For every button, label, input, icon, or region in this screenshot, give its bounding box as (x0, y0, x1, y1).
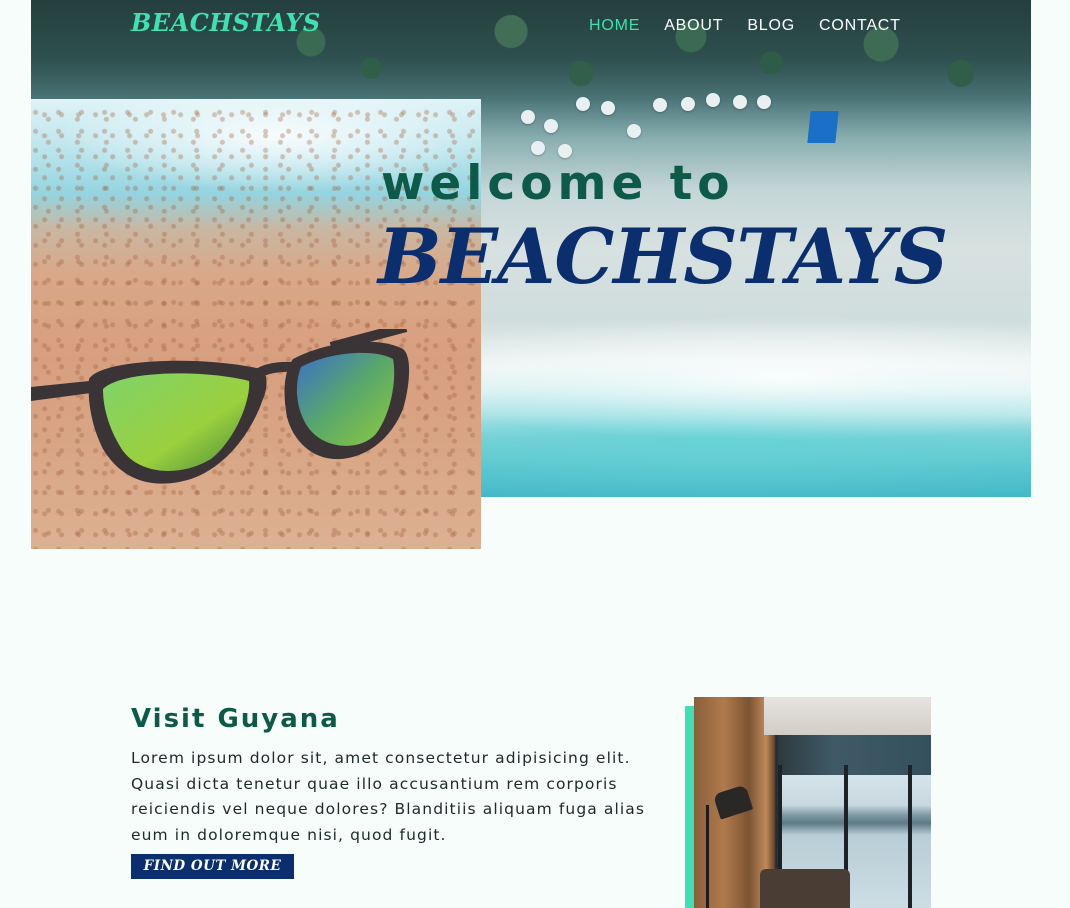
lake-view-room-photo (694, 697, 931, 908)
armchair-icon (760, 869, 850, 908)
find-out-more-button[interactable]: FIND OUT MORE (131, 854, 294, 879)
hero-welcome-text: welcome to (381, 156, 735, 211)
hero-brand-title: BEACHSTAYS (378, 212, 948, 301)
section-body-text: Lorem ipsum dolor sit, amet consectetur … (131, 749, 646, 845)
blue-tarp (807, 111, 839, 143)
page: BEACHSTAYS HOME ABOUT BLOG CONTACT welco… (0, 0, 1070, 908)
nav-about-link[interactable]: ABOUT (664, 17, 723, 35)
site-logo[interactable]: BEACHSTAYS (131, 8, 321, 37)
nav-blog-link[interactable]: BLOG (747, 17, 795, 35)
section-title: Visit Guyana (131, 704, 340, 734)
floor-lamp-icon (712, 784, 754, 820)
top-navigation: BEACHSTAYS HOME ABOUT BLOG CONTACT (0, 0, 1070, 54)
nav-contact-link[interactable]: CONTACT (819, 17, 901, 35)
nav-home-link[interactable]: HOME (589, 17, 640, 35)
sunglasses-icon (31, 329, 410, 484)
nav-links: HOME ABOUT BLOG CONTACT (589, 17, 901, 35)
